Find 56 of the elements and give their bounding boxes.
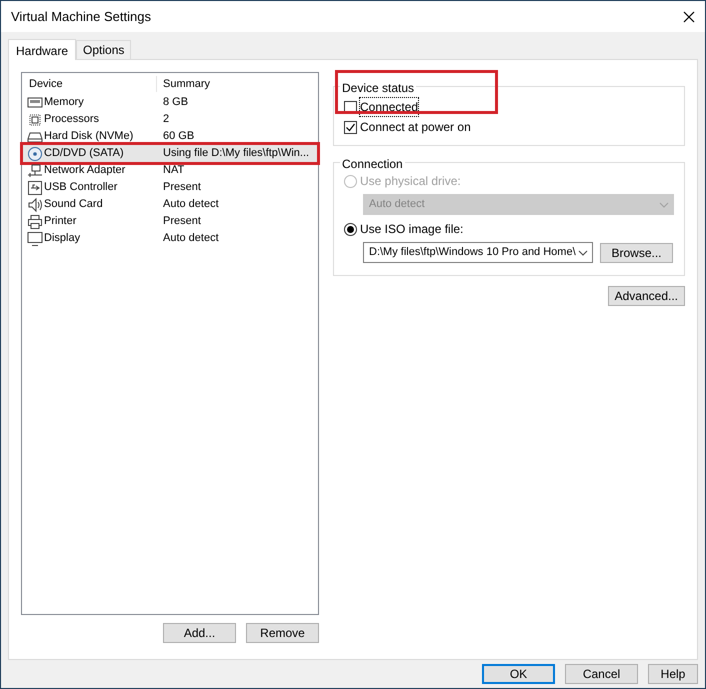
browse-button[interactable]: Browse... — [600, 242, 673, 262]
speaker-icon — [27, 196, 43, 212]
memory-icon — [27, 94, 43, 110]
network-icon — [27, 162, 43, 178]
tab[interactable]: Options — [76, 40, 132, 59]
device-name: Printer — [44, 214, 76, 230]
printer-icon — [27, 214, 43, 230]
device-summary: 60 GB — [162, 129, 194, 144]
dropdown[interactable]: D:\My files\ftp\Windows 10 Pro and Home\ — [363, 242, 593, 263]
monitor-icon — [27, 230, 43, 246]
checkbox-label[interactable]: Connected — [360, 98, 418, 116]
disc-icon — [27, 146, 43, 162]
device-summary: Using file D:\My files\ftp\Win... — [162, 146, 310, 162]
list-row[interactable]: Sound Card Auto detect — [23, 196, 317, 213]
list-row[interactable]: CD/DVD (SATA) Using file D:\My files\ftp\Win... — [23, 145, 317, 162]
button[interactable]: OK — [482, 664, 555, 684]
device-summary: NAT — [162, 163, 184, 178]
checkbox-label[interactable]: Connect at power on — [360, 118, 471, 136]
device-name: Sound Card — [44, 197, 103, 212]
list-row[interactable]: Network Adapter NAT — [23, 162, 317, 179]
device-summary: 8 GB — [162, 95, 188, 110]
tab[interactable]: Hardware — [8, 39, 76, 60]
device-summary: Auto detect — [162, 231, 219, 246]
advanced-button[interactable]: Advanced... — [608, 286, 685, 306]
button[interactable]: Help — [648, 664, 698, 684]
button[interactable]: Cancel — [565, 664, 638, 684]
column-header[interactable]: Device — [23, 76, 157, 92]
chevron-icon — [578, 250, 588, 256]
radio-button[interactable] — [344, 222, 357, 236]
radio-label[interactable]: Use ISO image file: — [360, 220, 464, 238]
button[interactable]: Add... — [163, 623, 236, 643]
checkbox[interactable] — [344, 120, 357, 134]
window-title: Virtual Machine Settings — [11, 8, 151, 26]
button[interactable]: Remove — [246, 623, 319, 643]
list-row[interactable]: Printer Present — [23, 213, 317, 230]
device-summary: Auto detect — [162, 197, 219, 212]
list-row[interactable]: Hard Disk (NVMe) 60 GB — [23, 128, 317, 145]
close-icon[interactable] — [683, 10, 695, 22]
chevron-icon — [659, 202, 669, 208]
device-name: Memory — [44, 95, 84, 110]
device-summary: Present — [162, 180, 201, 196]
device-summary: 2 — [162, 112, 170, 128]
column-header[interactable]: Summary — [157, 76, 210, 92]
chip-icon — [27, 112, 43, 128]
device-name: USB Controller — [44, 180, 118, 196]
device-summary: Present — [162, 214, 201, 230]
usb-icon — [27, 180, 43, 196]
device-name: Processors — [44, 112, 100, 128]
list-row[interactable]: USB Controller Present — [23, 179, 317, 196]
device-name: CD/DVD (SATA) — [44, 146, 124, 162]
device-name: Network Adapter — [44, 163, 126, 178]
list-row[interactable]: Display Auto detect — [23, 230, 317, 247]
list-row[interactable]: Memory 8 GB — [23, 94, 317, 111]
device-name: Display — [44, 231, 80, 246]
list-row[interactable]: Processors 2 — [23, 111, 317, 128]
device-name: Hard Disk (NVMe) — [44, 129, 134, 144]
